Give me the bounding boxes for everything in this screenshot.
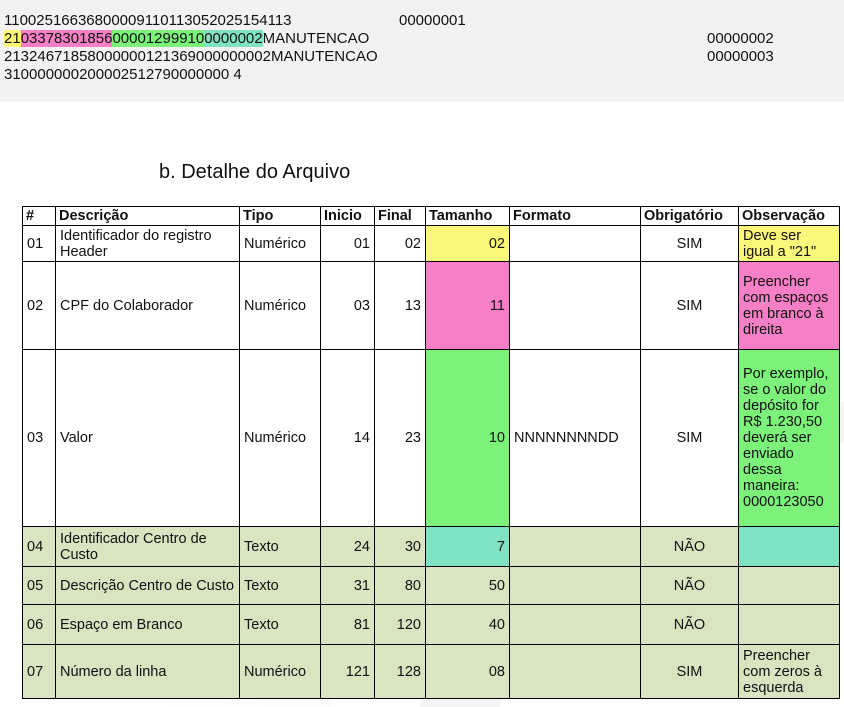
- detail-table: # Descrição Tipo Inicio Final Tamanho Fo…: [22, 206, 840, 699]
- cell-formato: [509, 526, 641, 567]
- cell-formato: [509, 261, 641, 350]
- code-line-3: 21324671858000000121369000000002MANUTENC…: [4, 48, 378, 65]
- section-title: b. Detalhe do Arquivo: [159, 161, 351, 183]
- code-line-4: 310000000200002512790000000 4: [4, 66, 242, 83]
- cell-observacao: Preencher com zeros à esquerda: [738, 644, 840, 699]
- cell-inicio: 24: [320, 526, 375, 567]
- code-line-1-text: 11002516636800009110113052025154113: [4, 12, 292, 29]
- cell-tipo: Numérico: [239, 225, 321, 262]
- cell-tipo: Texto: [239, 604, 321, 645]
- table-row: 01 Identificador do registro Header Numé…: [22, 225, 840, 262]
- cell-tipo: Texto: [239, 526, 321, 567]
- code-line-1-number: 00000001: [399, 12, 466, 29]
- cell-tamanho: 50: [425, 566, 510, 605]
- cell-final: 30: [374, 526, 426, 567]
- header-obrigatorio: Obrigatório: [640, 206, 739, 226]
- header-descricao: Descrição: [55, 206, 240, 226]
- cell-tipo: Numérico: [239, 261, 321, 350]
- cell-obrigatorio: SIM: [640, 644, 739, 699]
- cell-observacao: [738, 526, 840, 567]
- header-tamanho: Tamanho: [425, 206, 510, 226]
- cell-tipo: Numérico: [239, 644, 321, 699]
- cell-final: 23: [374, 349, 426, 527]
- cell-observacao: Deve ser igual a "21": [738, 225, 840, 262]
- cell-num: 02: [22, 261, 56, 350]
- code-line-2-number: 00000002: [707, 30, 774, 47]
- code-line-1: 11002516636800009110113052025154113: [4, 12, 292, 30]
- cell-final: 120: [374, 604, 426, 645]
- cell-obrigatorio: NÃO: [640, 604, 739, 645]
- cell-observacao: Por exemplo, se o valor do depósito for …: [738, 349, 840, 527]
- cell-obrigatorio: NÃO: [640, 566, 739, 605]
- table-row: 02 CPF do Colaborador Numérico 03 13 11 …: [22, 261, 840, 350]
- cell-inicio: 01: [320, 225, 375, 262]
- header-observacao: Observação: [738, 206, 840, 226]
- segment-identificador: 21: [4, 30, 21, 47]
- cell-observacao: [738, 604, 840, 645]
- table-row: 04 Identificador Centro de Custo Texto 2…: [22, 526, 840, 567]
- cell-final: 13: [374, 261, 426, 350]
- cell-descricao: Descrição Centro de Custo: [55, 566, 240, 605]
- table-header-row: # Descrição Tipo Inicio Final Tamanho Fo…: [22, 206, 840, 226]
- cell-formato: [509, 644, 641, 699]
- cell-num: 04: [22, 526, 56, 567]
- cell-obrigatorio: SIM: [640, 225, 739, 262]
- cell-descricao: Identificador Centro de Custo: [55, 526, 240, 567]
- cell-inicio: 31: [320, 566, 375, 605]
- cell-inicio: 121: [320, 644, 375, 699]
- cell-descricao: Número da linha: [55, 644, 240, 699]
- cell-tamanho: 40: [425, 604, 510, 645]
- code-line-3-number: 00000003: [707, 48, 774, 65]
- cell-final: 128: [374, 644, 426, 699]
- cell-tamanho: 11: [425, 261, 510, 350]
- cell-final: 80: [374, 566, 426, 605]
- file-example-box: 11002516636800009110113052025154113 0000…: [0, 0, 844, 102]
- header-tipo: Tipo: [239, 206, 321, 226]
- table-row: 06 Espaço em Branco Texto 81 120 40 NÃO: [22, 604, 840, 645]
- table-row: 05 Descrição Centro de Custo Texto 31 80…: [22, 566, 840, 605]
- header-final: Final: [374, 206, 426, 226]
- cell-tamanho: 7: [425, 526, 510, 567]
- cell-num: 03: [22, 349, 56, 527]
- cell-tamanho: 08: [425, 644, 510, 699]
- cell-num: 05: [22, 566, 56, 605]
- cell-formato: [509, 225, 641, 262]
- header-formato: Formato: [509, 206, 641, 226]
- segment-centro-custo: 0000002: [204, 30, 263, 47]
- cell-formato: [509, 604, 641, 645]
- cell-descricao: Identificador do registro Header: [55, 225, 240, 262]
- cell-inicio: 03: [320, 261, 375, 350]
- cell-tamanho: 02: [425, 225, 510, 262]
- cell-observacao: [738, 566, 840, 605]
- segment-descricao: MANUTENCAO: [262, 30, 370, 47]
- cell-num: 07: [22, 644, 56, 699]
- cell-num: 01: [22, 225, 56, 262]
- cell-tipo: Numérico: [239, 349, 321, 527]
- table-row: 03 Valor Numérico 14 23 10 NNNNNNNNDD SI…: [22, 349, 840, 527]
- cell-inicio: 14: [320, 349, 375, 527]
- segment-valor: 00001299910: [112, 30, 205, 47]
- header-inicio: Inicio: [320, 206, 375, 226]
- cell-observacao: Preencher com espaços em branco à direit…: [738, 261, 840, 350]
- cell-formato: [509, 566, 641, 605]
- cell-formato: NNNNNNNNDD: [509, 349, 641, 527]
- cell-final: 02: [374, 225, 426, 262]
- cell-tamanho: 10: [425, 349, 510, 527]
- cell-tipo: Texto: [239, 566, 321, 605]
- code-line-2: 2103378301856000012999100000002MANUTENCA…: [4, 30, 369, 48]
- segment-cpf: 03378301856: [20, 30, 113, 47]
- cell-inicio: 81: [320, 604, 375, 645]
- cell-num: 06: [22, 604, 56, 645]
- cell-obrigatorio: NÃO: [640, 526, 739, 567]
- table-row: 07 Número da linha Numérico 121 128 08 S…: [22, 644, 840, 699]
- cell-descricao: CPF do Colaborador: [55, 261, 240, 350]
- cell-descricao: Valor: [55, 349, 240, 527]
- cell-obrigatorio: SIM: [640, 261, 739, 350]
- cell-descricao: Espaço em Branco: [55, 604, 240, 645]
- cell-obrigatorio: SIM: [640, 349, 739, 527]
- header-num: #: [22, 206, 56, 226]
